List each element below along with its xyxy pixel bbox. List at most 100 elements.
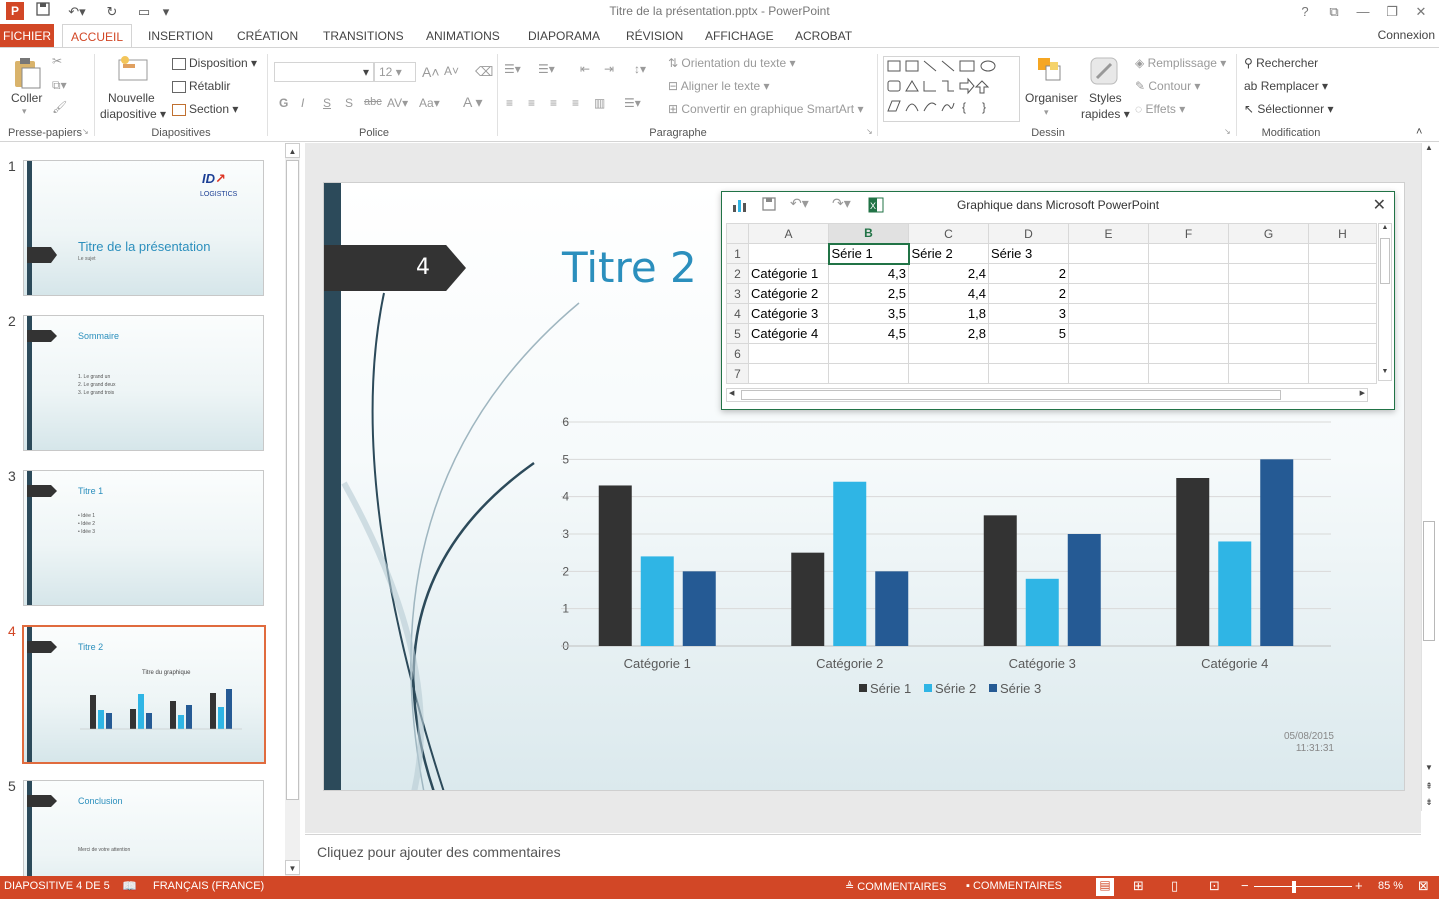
grid-cell[interactable]	[1148, 243, 1229, 264]
line-spacing-icon[interactable]: ↕▾	[634, 62, 646, 76]
scroll-up-icon[interactable]: ▲	[285, 143, 300, 158]
scroll-thumb[interactable]	[1380, 238, 1390, 284]
tab-creation[interactable]: CRÉATION	[229, 24, 306, 48]
grid-cell[interactable]	[1148, 283, 1229, 304]
slide-scrollbar[interactable]: ▲ ▼ ⇞ ⇟	[1421, 143, 1436, 811]
grid-cell[interactable]: 4,5	[828, 323, 909, 344]
grid-cell[interactable]: 2,4	[908, 263, 989, 284]
cut-icon[interactable]: ✂	[52, 54, 62, 68]
column-header[interactable]: C	[908, 223, 989, 244]
column-header[interactable]: D	[988, 223, 1069, 244]
shapes-gallery[interactable]: { }	[883, 56, 1020, 122]
new-slide-label[interactable]: Nouvelle	[108, 91, 155, 105]
close-icon[interactable]: ✕	[1373, 195, 1386, 215]
grid-vscroll[interactable]: ▲ ▼	[1378, 223, 1392, 381]
comments-toggle[interactable]: ▪ COMMENTAIRES	[966, 880, 1062, 892]
grid-cell[interactable]	[1068, 363, 1149, 384]
shape-outline-button[interactable]: ✎ Contour ▾	[1135, 79, 1200, 93]
dialog-launcher-icon[interactable]: ↘	[82, 127, 89, 136]
scroll-left-icon[interactable]: ◀	[729, 389, 734, 397]
row-header[interactable]: 2	[726, 263, 749, 284]
thumbnails-scrollbar[interactable]: ▲ ▼	[285, 143, 300, 876]
tab-fichier[interactable]: FICHIER	[0, 24, 54, 48]
tab-accueil[interactable]: ACCUEIL	[62, 24, 132, 48]
scroll-thumb[interactable]	[286, 160, 299, 800]
maximize-button[interactable]: ❐	[1381, 2, 1403, 22]
zoom-in-icon[interactable]: +	[1355, 878, 1363, 893]
tab-revision[interactable]: RÉVISION	[618, 24, 691, 48]
collapse-ribbon-icon[interactable]: ˄	[1416, 126, 1422, 138]
scroll-down-icon[interactable]: ▼	[1379, 368, 1391, 375]
grid-cell[interactable]	[1068, 303, 1149, 324]
align-left-icon[interactable]: ≡	[506, 96, 513, 110]
slide-thumbnail-3[interactable]: Titre 1 • Idée 1 • Idée 2 • Idée 3	[23, 470, 264, 606]
spreadsheet-grid[interactable]: A B C D E F G H 1 Série 1 Série 2 Série 3 2 Catégorie…	[726, 223, 1377, 384]
grid-cell[interactable]: 2,5	[828, 283, 909, 304]
select-all-corner[interactable]	[726, 223, 749, 244]
zoom-slider-thumb[interactable]	[1292, 881, 1296, 893]
font-size-select[interactable]: 12 ▾	[374, 62, 416, 82]
arrange-icon[interactable]	[1036, 56, 1064, 87]
more-paragraph-icon[interactable]: ☰▾	[624, 96, 641, 110]
tab-affichage[interactable]: AFFICHAGE	[697, 24, 782, 48]
grid-cell[interactable]: 4,4	[908, 283, 989, 304]
slide-thumbnail-4-selected[interactable]: Titre 2 Titre du graphique	[22, 625, 266, 764]
align-text-button[interactable]: ⊟ Aligner le texte ▾	[668, 79, 769, 93]
format-painter-icon[interactable]: 🖌	[52, 100, 67, 114]
grid-cell[interactable]	[748, 363, 829, 384]
notes-toggle[interactable]: ≜ COMMENTAIRES	[845, 880, 946, 893]
bold-button[interactable]: G	[279, 96, 288, 110]
shadow-button[interactable]: S	[345, 96, 353, 110]
align-center-icon[interactable]: ≡	[528, 96, 535, 110]
section-button[interactable]: Section ▾	[172, 102, 238, 116]
underline-button[interactable]: S	[323, 96, 331, 110]
grid-hscroll[interactable]: ◀ ▶	[726, 388, 1368, 402]
grid-cell[interactable]: Catégorie 2	[748, 283, 829, 304]
column-header[interactable]: A	[748, 223, 829, 244]
scroll-right-icon[interactable]: ▶	[1360, 389, 1365, 397]
shrink-font-icon[interactable]: A˅	[444, 64, 459, 78]
grid-cell[interactable]	[1148, 343, 1229, 364]
normal-view-icon[interactable]: ▤	[1096, 878, 1114, 896]
spellcheck-icon[interactable]: 📖	[122, 879, 137, 893]
paste-label[interactable]: Coller	[11, 91, 42, 105]
columns-icon[interactable]: ▥	[594, 96, 605, 110]
grow-font-icon[interactable]: A˄	[422, 64, 440, 80]
row-header[interactable]: 1	[726, 243, 749, 264]
grid-cell[interactable]	[908, 363, 989, 384]
grid-cell[interactable]: Série 2	[908, 243, 989, 264]
close-button[interactable]: ✕	[1410, 2, 1432, 22]
select-button[interactable]: ↖ Sélectionner ▾	[1244, 102, 1333, 116]
grid-cell[interactable]	[1068, 323, 1149, 344]
grid-cell[interactable]	[1228, 323, 1309, 344]
column-header[interactable]: G	[1228, 223, 1309, 244]
find-button[interactable]: ⚲ Rechercher	[1244, 56, 1318, 70]
tab-insertion[interactable]: INSERTION	[140, 24, 221, 48]
grid-cell[interactable]	[828, 343, 909, 364]
layout-button[interactable]: Disposition ▾	[172, 56, 257, 70]
quick-styles-label-2[interactable]: rapides ▾	[1081, 107, 1130, 121]
sign-in-link[interactable]: Connexion	[1378, 28, 1435, 42]
quick-styles-label[interactable]: Styles	[1089, 91, 1122, 105]
zoom-level[interactable]: 85 %	[1378, 880, 1403, 892]
grid-cell[interactable]	[1148, 323, 1229, 344]
grid-cell[interactable]	[1148, 303, 1229, 324]
grid-cell[interactable]	[1228, 283, 1309, 304]
scroll-up-icon[interactable]: ▲	[1422, 143, 1436, 152]
new-slide-icon[interactable]	[115, 54, 151, 87]
grid-cell[interactable]: 3	[988, 303, 1069, 324]
scroll-down-icon[interactable]: ▼	[1422, 763, 1436, 772]
slide-thumbnail-1[interactable]: ID↗ LOGISTICS Titre de la présentation L…	[23, 160, 264, 296]
column-header[interactable]: F	[1148, 223, 1229, 244]
font-color-button[interactable]: A ▾	[463, 94, 483, 111]
column-header[interactable]: B	[828, 223, 909, 245]
dialog-launcher-icon[interactable]: ↘	[1224, 127, 1231, 136]
notes-pane[interactable]: Cliquez pour ajouter des commentaires	[305, 834, 1421, 876]
grid-cell[interactable]	[1148, 263, 1229, 284]
scroll-down-icon[interactable]: ▼	[285, 860, 300, 875]
scroll-thumb[interactable]	[1423, 521, 1435, 641]
paste-button[interactable]	[10, 56, 44, 93]
reading-view-icon[interactable]: ▯	[1171, 878, 1178, 894]
grid-cell[interactable]	[1228, 263, 1309, 284]
previous-slide-icon[interactable]: ⇞	[1422, 781, 1436, 792]
